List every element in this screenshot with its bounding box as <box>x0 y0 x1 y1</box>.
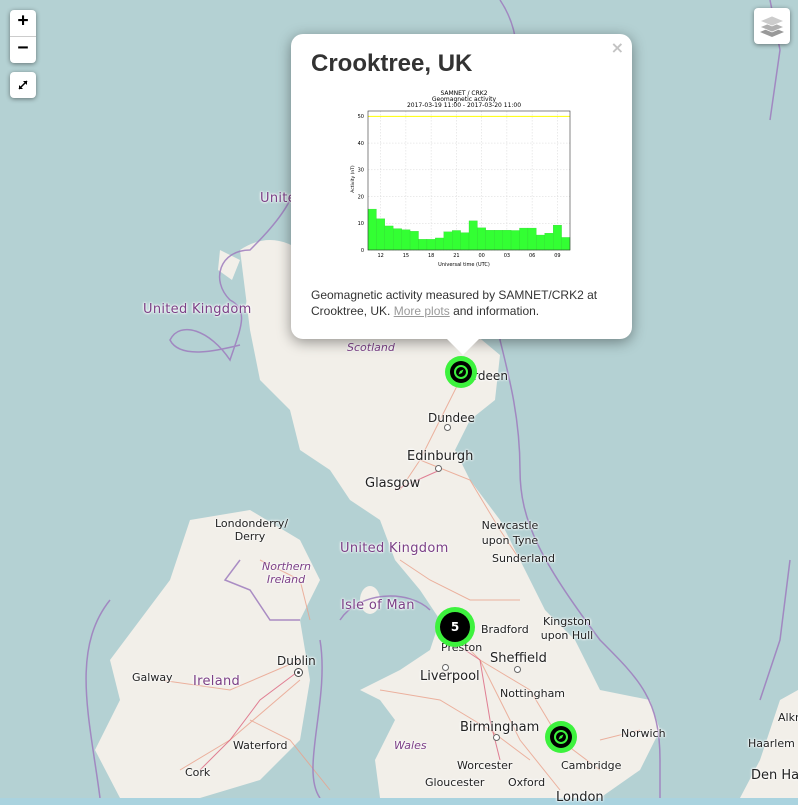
popup-tip <box>447 339 479 355</box>
popup-close-button[interactable]: × <box>611 38 624 57</box>
chart-xtick-label: 03 <box>504 253 510 259</box>
chart-bar <box>544 233 554 251</box>
more-plots-link[interactable]: More plots <box>394 304 450 318</box>
label-liverpool: Liverpool <box>420 669 480 684</box>
chart-bar <box>401 229 411 251</box>
cluster-marker[interactable]: 5 <box>435 607 475 647</box>
label-cork: Cork <box>185 766 211 779</box>
label-galway: Galway <box>132 671 173 684</box>
label-cambridge: Cambridge <box>561 759 622 772</box>
chart-bar <box>376 218 385 251</box>
chart-bar <box>384 225 394 251</box>
chart-ytick-label: 40 <box>358 141 364 147</box>
chart-bar <box>494 230 503 251</box>
label-worcester: Worcester <box>457 759 513 772</box>
chart-xtick-label: 00 <box>478 253 484 259</box>
chart-bar <box>452 230 461 251</box>
chart-ytick-label: 50 <box>358 114 364 120</box>
popup-description: Geomagnetic activity measured by SAMNET/… <box>311 287 616 319</box>
label-dublin: Dublin <box>277 654 316 668</box>
station-marker-east[interactable] <box>545 721 577 753</box>
label-uk-west: United Kingdom <box>143 302 252 317</box>
label-wales: Wales <box>394 739 427 752</box>
chart-xtick-label: 12 <box>377 253 383 259</box>
expand-icon <box>18 80 28 90</box>
label-isle-of-man: Isle of Man <box>341 598 415 613</box>
label-alkmaar: Alkm <box>778 711 798 724</box>
chart-bar <box>519 227 529 251</box>
chart-xtick-label: 09 <box>554 253 560 259</box>
chart-ytick-label: 10 <box>358 221 364 227</box>
chart-bar <box>561 237 571 251</box>
chart-bar <box>468 220 478 251</box>
label-sunderland: Sunderland <box>492 552 555 565</box>
compass-icon <box>450 361 472 383</box>
label-gloucester: Gloucester <box>425 776 485 789</box>
label-kingston-upon-hull: Kingston upon Hull <box>540 615 594 642</box>
chart-xtick-label: 15 <box>403 253 409 259</box>
label-scotland: Scotland <box>347 341 395 354</box>
layers-button[interactable] <box>754 8 790 44</box>
label-northern-ireland: Northern Ireland <box>262 560 312 586</box>
layers-icon <box>758 15 786 37</box>
label-waterford: Waterford <box>233 739 288 752</box>
label-newcastle: Newcastle upon Tyne <box>481 519 539 547</box>
label-bradford: Bradford <box>481 623 529 636</box>
station-marker-crooktree[interactable] <box>445 356 477 388</box>
chart-bar <box>409 231 419 251</box>
label-dundee: Dundee <box>428 411 475 425</box>
chart-bar <box>510 230 520 251</box>
station-popup: × Crooktree, UK SAMNET / CRK2 Geomagneti… <box>291 34 632 355</box>
chart-ytick-label: 20 <box>358 194 364 200</box>
chart-bar <box>418 239 428 251</box>
label-norwich: Norwich <box>621 727 666 740</box>
chart-ytick-label: 0 <box>361 248 364 254</box>
chart-xlabel: Universal time (UTC) <box>438 262 490 268</box>
label-ireland: Ireland <box>193 674 241 689</box>
chart-bar <box>393 228 402 251</box>
chart-bar <box>426 239 436 251</box>
label-birmingham: Birmingham <box>460 720 540 735</box>
compass-icon <box>550 726 572 748</box>
chart-bar <box>527 227 537 251</box>
label-london: London <box>556 790 604 805</box>
fullscreen-button[interactable] <box>10 72 36 98</box>
zoom-out-button[interactable]: − <box>10 36 36 63</box>
chart-ylabel: Activity (nT) <box>350 165 356 193</box>
label-nottingham: Nottingham <box>500 687 566 700</box>
activity-chart: SAMNET / CRK2 Geomagnetic activity 2017-… <box>350 90 571 268</box>
label-haarlem: Haarlem <box>748 737 795 750</box>
label-londonderry: Londonderry/ Derry <box>215 517 289 543</box>
chart-bar <box>367 208 377 251</box>
label-edinburgh: Edinburgh <box>407 449 474 464</box>
chart-xtick-label: 06 <box>529 253 535 259</box>
chart-bar <box>536 234 545 251</box>
chart-bar <box>553 224 562 251</box>
chart-xtick-label: 21 <box>453 253 459 259</box>
zoom-control: + − <box>10 10 36 63</box>
label-den-haag: Den Haa <box>751 768 798 783</box>
chart-bar <box>502 230 512 251</box>
chart-bar <box>435 237 444 251</box>
chart-bar <box>477 227 486 251</box>
popup-title: Crooktree, UK <box>311 50 473 77</box>
cluster-count: 5 <box>440 612 470 642</box>
chart-ytick-label: 30 <box>358 168 364 174</box>
label-glasgow: Glasgow <box>365 476 421 491</box>
label-sheffield: Sheffield <box>490 651 547 666</box>
chart-bar <box>443 231 453 251</box>
chart-date-range: 2017-03-19 11:00 - 2017-03-20 11:00 <box>407 102 521 109</box>
popup-description-tail: and information. <box>453 304 540 318</box>
label-uk-center: United Kingdom <box>340 541 449 556</box>
zoom-in-button[interactable]: + <box>10 10 36 36</box>
label-oxford: Oxford <box>508 776 546 789</box>
chart-bar <box>460 232 470 251</box>
chart-bar <box>485 230 495 251</box>
chart-xtick-label: 18 <box>428 253 434 259</box>
